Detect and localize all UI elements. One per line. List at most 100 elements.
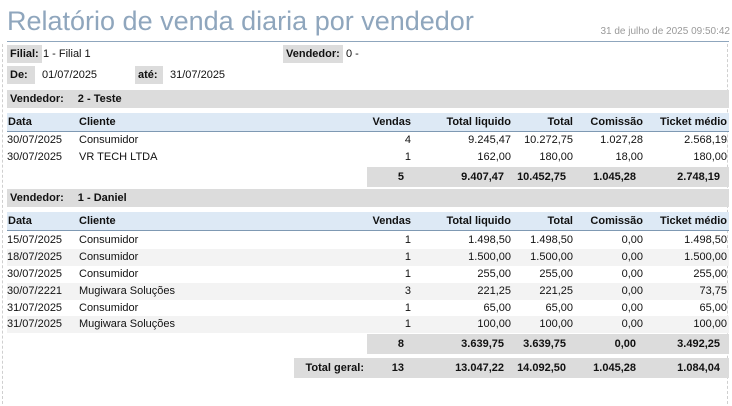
cell-comissao: 0,00 — [621, 302, 643, 314]
col-vendas: Vendas — [372, 215, 411, 227]
cell-total: 180,00 — [539, 151, 573, 163]
cell-total: 65,00 — [545, 302, 573, 314]
col-total-liquido: Total liquido — [446, 215, 511, 227]
grand-total-comissao: 1.045,28 — [593, 362, 636, 374]
group-header-vendedor: Vendedor: 1 - Daniel — [7, 189, 729, 207]
cell-data: 31/07/2025 — [7, 302, 63, 314]
cell-total-liquido: 9.245,47 — [468, 134, 511, 146]
cell-vendas: 1 — [404, 151, 411, 163]
cell-comissao: 0,00 — [621, 234, 643, 246]
cell-ticket-medio: 2.568,19 — [684, 134, 727, 146]
cell-total: 100,00 — [539, 318, 573, 330]
cell-vendas: 4 — [404, 134, 411, 146]
vendedor-filter-label: Vendedor: — [283, 45, 343, 63]
cell-ticket-medio: 1.498,50 — [684, 234, 727, 246]
cell-data: 30/07/2025 — [7, 151, 63, 163]
col-total: Total — [547, 116, 573, 128]
filial-value: 1 - Filial 1 — [43, 48, 91, 60]
col-total: Total — [547, 215, 573, 227]
cell-vendas: 1 — [404, 251, 411, 263]
cell-total-liquido: 255,00 — [477, 268, 511, 280]
ate-label: até: — [135, 66, 163, 84]
col-comissao: Comissão — [590, 215, 643, 227]
cell-ticket-medio: 65,00 — [699, 302, 727, 314]
cell-vendas: 1 — [404, 268, 411, 280]
cell-vendas: 1 — [404, 234, 411, 246]
total-total-liquido: 9.407,47 — [461, 171, 504, 183]
cell-ticket-medio: 100,00 — [693, 318, 727, 330]
cell-data: 15/07/2025 — [7, 234, 63, 246]
cell-total-liquido: 1.500,00 — [468, 251, 511, 263]
cell-data: 30/07/2025 — [7, 268, 63, 280]
table-row: 15/07/2025 Consumidor 1 1.498,50 1.498,5… — [7, 232, 729, 249]
cell-data: 18/07/2025 — [7, 251, 63, 263]
cell-cliente: Consumidor — [79, 251, 139, 263]
report-title: Relatório de venda diaria por vendedor — [7, 6, 474, 36]
cell-cliente: Consumidor — [79, 302, 139, 314]
cell-cliente: Consumidor — [79, 234, 139, 246]
col-ticket-medio: Ticket médio — [659, 215, 727, 227]
cell-total: 1.498,50 — [530, 234, 573, 246]
total-total: 10.452,75 — [517, 171, 566, 183]
col-data: Data — [8, 116, 32, 128]
cell-cliente: Consumidor — [79, 134, 139, 146]
total-vendas: 5 — [397, 171, 404, 183]
group-vendedor-name: 1 - Daniel — [77, 192, 127, 204]
grand-total-vendas: 13 — [391, 362, 404, 374]
vendedor-filter-value: 0 - — [346, 48, 359, 60]
cell-comissao: 1.027,28 — [600, 134, 643, 146]
cell-total-liquido: 100,00 — [477, 318, 511, 330]
cell-total: 255,00 — [539, 268, 573, 280]
title-divider — [7, 41, 729, 42]
group-totals-row: 8 3.639,75 3.639,75 0,00 3.492,25 — [367, 334, 729, 354]
cell-data: 30/07/2025 — [7, 134, 63, 146]
cell-total: 10.272,75 — [524, 134, 573, 146]
grand-total-total: 14.092,50 — [517, 362, 566, 374]
table-row: 30/07/2025 Consumidor 1 255,00 255,00 0,… — [7, 266, 729, 283]
col-cliente: Cliente — [79, 116, 116, 128]
total-total-liquido: 3.639,75 — [461, 338, 504, 350]
cell-data: 30/07/2221 — [7, 285, 63, 297]
cell-vendas: 3 — [404, 285, 411, 297]
table-header: Data Cliente Vendas Total liquido Total … — [7, 113, 729, 132]
col-ticket-medio: Ticket médio — [659, 116, 727, 128]
grand-total-row: 13 13.047,22 14.092,50 1.045,28 1.084,04 — [367, 358, 729, 378]
cell-cliente: Mugiwara Soluções — [79, 318, 175, 330]
table-row: 31/07/2025 Mugiwara Soluções 1 100,00 10… — [7, 316, 729, 333]
generated-timestamp: 31 de julho de 2025 09:50:42 — [600, 26, 730, 37]
cell-total-liquido: 221,25 — [477, 285, 511, 297]
de-value: 01/07/2025 — [42, 69, 98, 81]
col-comissao: Comissão — [590, 116, 643, 128]
ate-value: 31/07/2025 — [170, 69, 226, 81]
group-label: Vendedor: — [10, 93, 64, 105]
total-total: 3.639,75 — [523, 338, 566, 350]
cell-total-liquido: 162,00 — [477, 151, 511, 163]
cell-ticket-medio: 255,00 — [693, 268, 727, 280]
cell-comissao: 0,00 — [621, 285, 643, 297]
total-comissao: 0,00 — [614, 338, 636, 350]
col-total-liquido: Total liquido — [446, 116, 511, 128]
cell-comissao: 0,00 — [621, 268, 643, 280]
col-cliente: Cliente — [79, 215, 116, 227]
cell-total-liquido: 65,00 — [483, 302, 511, 314]
cell-ticket-medio: 180,00 — [693, 151, 727, 163]
cell-comissao: 0,00 — [621, 251, 643, 263]
cell-cliente: Mugiwara Soluções — [79, 285, 175, 297]
cell-comissao: 18,00 — [615, 151, 643, 163]
table-row: 30/07/2025 Consumidor 4 9.245,47 10.272,… — [7, 132, 729, 149]
table-row: 31/07/2025 Consumidor 1 65,00 65,00 0,00… — [7, 300, 729, 317]
page-margin-left — [2, 44, 3, 404]
grand-total-total-liquido: 13.047,22 — [455, 362, 504, 374]
total-ticket-medio: 2.748,19 — [677, 171, 720, 183]
grand-total-ticket-medio: 1.084,04 — [677, 362, 720, 374]
table-row: 30/07/2025 VR TECH LTDA 1 162,00 180,00 … — [7, 149, 729, 166]
cell-data: 31/07/2025 — [7, 318, 63, 330]
cell-ticket-medio: 73,75 — [699, 285, 727, 297]
table-row: 30/07/2221 Mugiwara Soluções 3 221,25 22… — [7, 283, 729, 300]
cell-vendas: 1 — [404, 302, 411, 314]
group-vendedor-name: 2 - Teste — [77, 93, 122, 105]
de-label: De: — [7, 66, 35, 84]
cell-cliente: Consumidor — [79, 268, 139, 280]
cell-cliente: VR TECH LTDA — [79, 151, 158, 163]
total-comissao: 1.045,28 — [593, 171, 636, 183]
